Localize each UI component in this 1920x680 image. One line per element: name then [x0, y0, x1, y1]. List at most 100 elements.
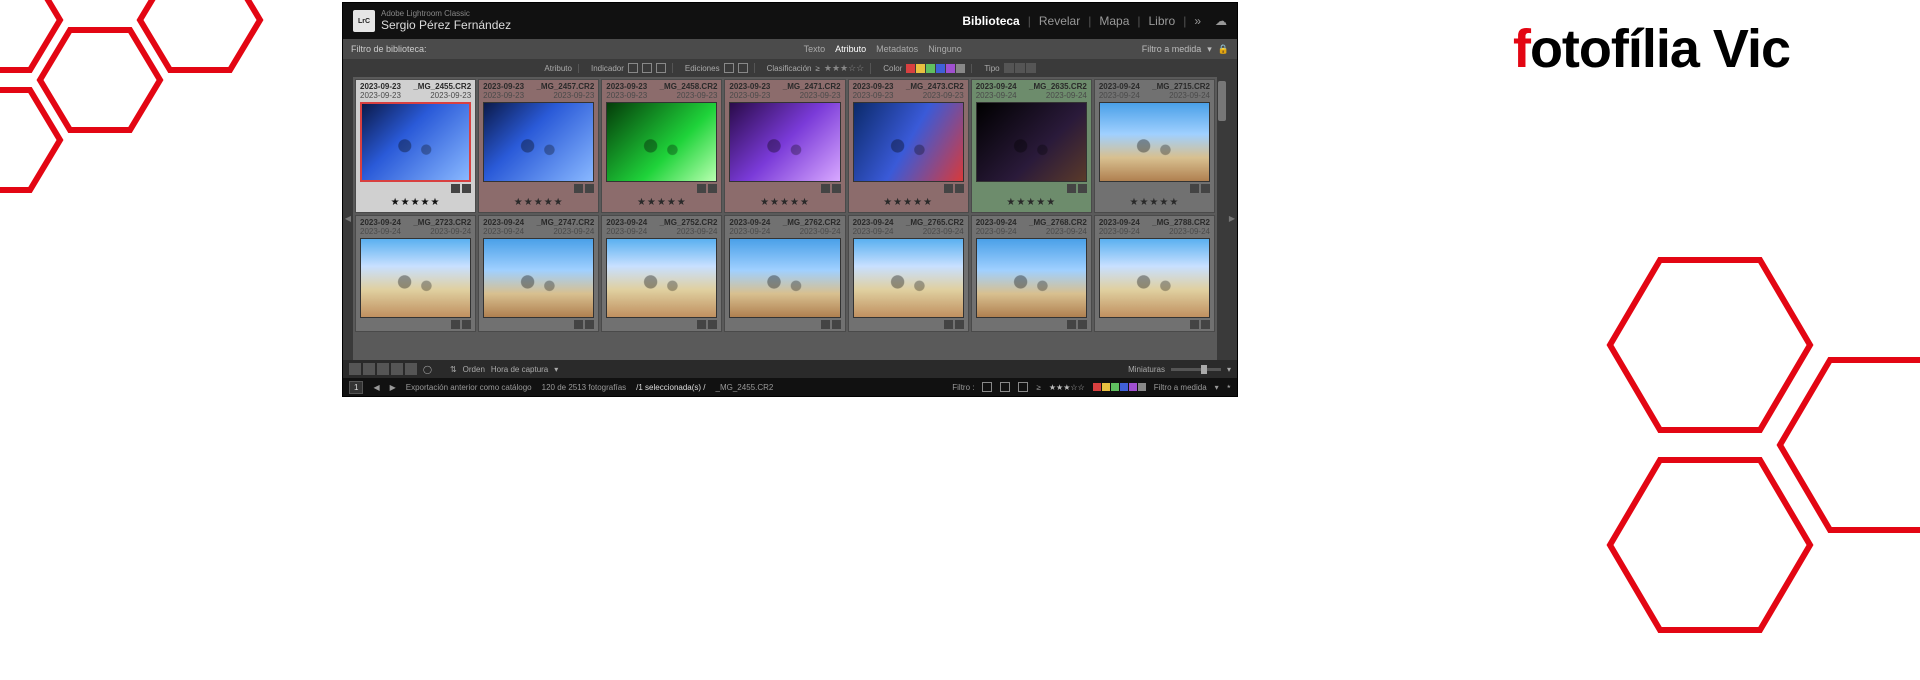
chevron-down-icon[interactable]: ▾ [1207, 44, 1212, 55]
color-chip-green[interactable] [926, 64, 935, 73]
flag-rejected-icon[interactable] [656, 63, 666, 73]
type-video-icon[interactable] [1026, 63, 1036, 73]
left-panel-toggle[interactable]: ◀ [343, 77, 353, 360]
thumb-image[interactable] [606, 238, 717, 318]
thumb-image[interactable] [606, 102, 717, 182]
flag-unflagged-icon[interactable] [642, 63, 652, 73]
thumb-image[interactable] [976, 102, 1087, 182]
thumb-badge-icon[interactable] [944, 320, 953, 329]
thumb-image[interactable] [853, 238, 964, 318]
thumb-badge-icon[interactable] [1067, 320, 1076, 329]
right-panel-toggle[interactable]: ▶ [1227, 77, 1237, 360]
people-view-icon[interactable] [405, 363, 417, 375]
thumb-badge-icon[interactable] [585, 320, 594, 329]
status-flag-rejected-icon[interactable] [1018, 382, 1028, 392]
rating-stars-filter[interactable]: ★★★☆☆ [824, 63, 864, 74]
thumb-badge-icon[interactable] [955, 184, 964, 193]
type-virtual-icon[interactable] [1015, 63, 1025, 73]
thumb-badge-icon[interactable] [821, 184, 830, 193]
filter-tab-none[interactable]: Ninguno [928, 44, 962, 54]
sort-direction-icon[interactable]: ⇅ [450, 365, 457, 374]
toolbar-menu-icon[interactable]: ▾ [1227, 365, 1231, 374]
cloud-sync-icon[interactable]: ☁ [1215, 14, 1227, 28]
thumb-badge-icon[interactable] [1190, 184, 1199, 193]
status-next-icon[interactable]: ▶ [390, 383, 396, 392]
chevron-down-icon[interactable]: ▾ [1215, 383, 1219, 392]
thumb-badge-icon[interactable] [708, 184, 717, 193]
thumbnail-cell[interactable]: 2023-09-24_MG_2752.CR22023-09-242023-09-… [601, 215, 722, 332]
thumb-image[interactable] [1099, 102, 1210, 182]
filter-tab-attribute[interactable]: Atributo [835, 44, 866, 54]
thumb-badge-icon[interactable] [462, 184, 471, 193]
thumbnail-cell[interactable]: 2023-09-23_MG_2458.CR22023-09-232023-09-… [601, 79, 722, 213]
thumb-rating[interactable]: ★★★★★ [849, 195, 968, 212]
nav-libro[interactable]: Libro [1149, 14, 1176, 28]
filter-tab-text[interactable]: Texto [804, 44, 826, 54]
thumb-badge-icon[interactable] [1067, 184, 1076, 193]
thumb-image[interactable] [483, 238, 594, 318]
status-chip-green[interactable] [1111, 383, 1119, 391]
thumbnail-cell[interactable]: 2023-09-23_MG_2457.CR22023-09-232023-09-… [478, 79, 599, 213]
thumb-badge-icon[interactable] [574, 184, 583, 193]
color-chip-yellow[interactable] [916, 64, 925, 73]
color-chip-blue[interactable] [936, 64, 945, 73]
nav-biblioteca[interactable]: Biblioteca [962, 14, 1019, 28]
status-filter-preset[interactable]: Filtro a medida [1154, 383, 1207, 392]
thumb-badge-icon[interactable] [585, 184, 594, 193]
scrollbar-handle[interactable] [1218, 81, 1226, 121]
edit-icon-1[interactable] [724, 63, 734, 73]
thumb-badge-icon[interactable] [574, 320, 583, 329]
thumb-image[interactable] [483, 102, 594, 182]
thumb-badge-icon[interactable] [697, 320, 706, 329]
thumb-image[interactable] [976, 238, 1087, 318]
status-prev-icon[interactable]: ◀ [373, 383, 379, 392]
thumb-image[interactable] [1099, 238, 1210, 318]
nav-revelar[interactable]: Revelar [1039, 14, 1080, 28]
status-flag-unflagged-icon[interactable] [1000, 382, 1010, 392]
thumb-badge-icon[interactable] [462, 320, 471, 329]
color-chip-purple[interactable] [946, 64, 955, 73]
thumb-badge-icon[interactable] [1078, 320, 1087, 329]
thumb-rating[interactable]: ★★★★★ [972, 195, 1091, 212]
thumbnail-size-slider[interactable] [1171, 368, 1221, 371]
survey-view-icon[interactable] [391, 363, 403, 375]
thumb-badge-icon[interactable] [1190, 320, 1199, 329]
grid-view-icon[interactable] [349, 363, 361, 375]
thumbnail-cell[interactable]: 2023-09-24_MG_2762.CR22023-09-242023-09-… [724, 215, 845, 332]
status-chip-purple[interactable] [1129, 383, 1137, 391]
thumb-image[interactable] [853, 102, 964, 182]
thumbnail-cell[interactable]: 2023-09-24_MG_2788.CR22023-09-242023-09-… [1094, 215, 1215, 332]
grid-scrollbar[interactable] [1217, 77, 1227, 360]
thumb-rating[interactable]: ★★★★★ [602, 195, 721, 212]
status-flag-picked-icon[interactable] [982, 382, 992, 392]
thumb-badge-icon[interactable] [451, 184, 460, 193]
thumbnail-cell[interactable]: 2023-09-23_MG_2473.CR22023-09-232023-09-… [848, 79, 969, 213]
thumb-image[interactable] [360, 238, 471, 318]
color-chip-red[interactable] [906, 64, 915, 73]
flag-picked-icon[interactable] [628, 63, 638, 73]
thumb-badge-icon[interactable] [708, 320, 717, 329]
status-chip-yellow[interactable] [1102, 383, 1110, 391]
compare-view-icon[interactable] [377, 363, 389, 375]
thumbnail-cell[interactable]: 2023-09-24_MG_2768.CR22023-09-242023-09-… [971, 215, 1092, 332]
color-chip-none[interactable] [956, 64, 965, 73]
thumb-rating[interactable]: ★★★★★ [1095, 195, 1214, 212]
thumb-rating[interactable]: ★★★★★ [356, 195, 475, 212]
thumbnail-cell[interactable]: 2023-09-24_MG_2635.CR22023-09-242023-09-… [971, 79, 1092, 213]
chevron-down-icon[interactable]: ▾ [554, 365, 558, 374]
painter-tool-icon[interactable]: ◯ [423, 365, 432, 374]
status-rating-op[interactable]: ≥ [1036, 383, 1040, 392]
status-chip-none[interactable] [1138, 383, 1146, 391]
status-chip-blue[interactable] [1120, 383, 1128, 391]
thumb-badge-icon[interactable] [955, 320, 964, 329]
lock-icon[interactable]: 🔒 [1218, 44, 1229, 55]
thumb-image[interactable] [729, 238, 840, 318]
sort-dropdown[interactable]: Hora de captura [491, 365, 548, 374]
thumb-image[interactable] [729, 102, 840, 182]
thumb-badge-icon[interactable] [697, 184, 706, 193]
thumb-badge-icon[interactable] [944, 184, 953, 193]
thumb-badge-icon[interactable] [1201, 184, 1210, 193]
thumbnail-cell[interactable]: 2023-09-24_MG_2715.CR22023-09-242023-09-… [1094, 79, 1215, 213]
thumbnail-cell[interactable]: 2023-09-24_MG_2747.CR22023-09-242023-09-… [478, 215, 599, 332]
thumbnail-cell[interactable]: 2023-09-24_MG_2723.CR22023-09-242023-09-… [355, 215, 476, 332]
